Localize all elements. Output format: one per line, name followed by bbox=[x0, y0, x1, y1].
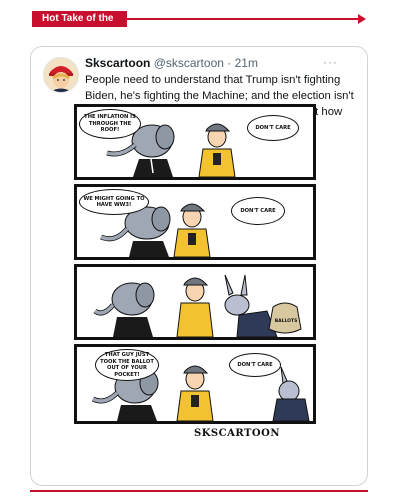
header-separator: · bbox=[227, 56, 232, 70]
ballot-sack-label: BALLOTS bbox=[274, 319, 298, 324]
comic-panel-3: BALLOTS bbox=[74, 264, 316, 340]
banner-rule bbox=[127, 18, 359, 20]
banner-label: Hot Take of the Day bbox=[32, 11, 127, 40]
section-banner: Hot Take of the Day bbox=[32, 11, 368, 40]
speech-bubble-right: DON'T CARE bbox=[229, 353, 281, 377]
comic-panel-4: THAT GUY JUST TOOK THE BALLOT OUT OF YOU… bbox=[74, 344, 316, 424]
comic-panel-2: WE MIGHT GOING TO HAVE WW3! DON'T CARE bbox=[74, 184, 316, 260]
tweet-header: Skscartoon @skscartoon · 21m bbox=[85, 55, 359, 71]
author-handle[interactable]: @skscartoon bbox=[154, 56, 224, 70]
speech-bubble-left: THAT GUY JUST TOOK THE BALLOT OUT OF YOU… bbox=[95, 349, 159, 381]
cartoonist-signature: SKSCARTOON bbox=[194, 428, 280, 439]
speech-bubble-left: WE MIGHT GOING TO HAVE WW3! bbox=[79, 189, 149, 215]
bottom-divider bbox=[30, 490, 368, 492]
speech-bubble-left: THE INFLATION IS THROUGH THE ROOF! bbox=[79, 109, 141, 139]
arrow-right-icon bbox=[358, 14, 366, 24]
comic-image[interactable]: THE INFLATION IS THROUGH THE ROOF! DON'T… bbox=[64, 104, 326, 482]
tweet-timestamp[interactable]: 21m bbox=[235, 56, 258, 70]
more-options-icon[interactable]: ··· bbox=[323, 55, 338, 69]
avatar[interactable] bbox=[43, 57, 79, 93]
comic-panel-1: THE INFLATION IS THROUGH THE ROOF! DON'T… bbox=[74, 104, 316, 180]
author-name[interactable]: Skscartoon bbox=[85, 56, 150, 70]
speech-bubble-right: DON'T CARE bbox=[247, 115, 299, 141]
speech-bubble-right: DON'T CARE bbox=[231, 197, 285, 225]
